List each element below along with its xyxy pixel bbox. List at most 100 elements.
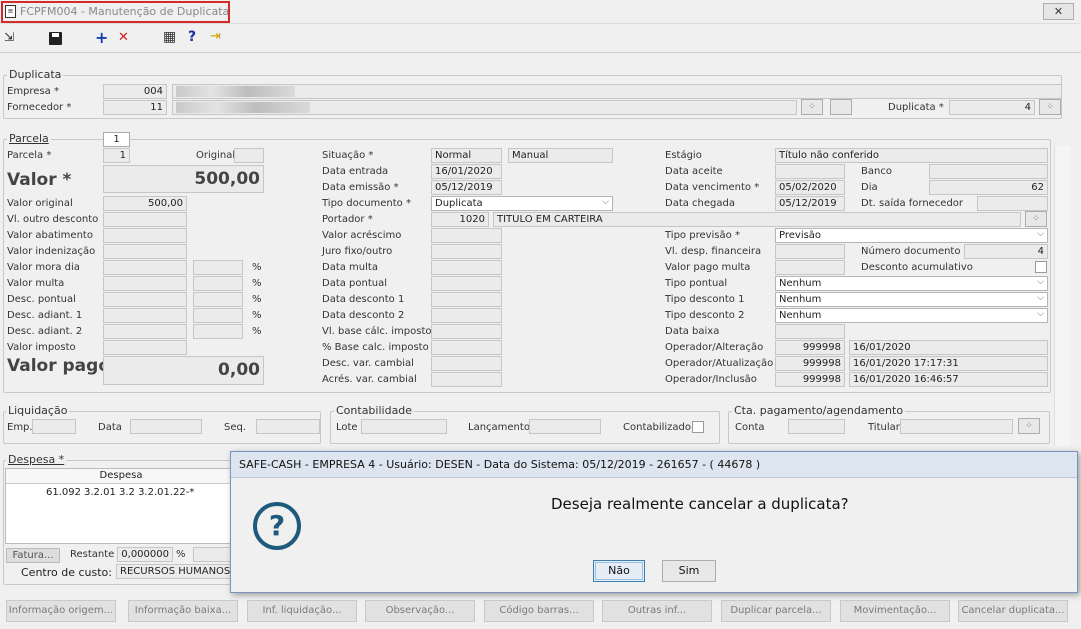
tipo-desconto1-select[interactable]: Nenhum ⌵: [775, 292, 1048, 307]
bottom-action-button[interactable]: Código barras...: [484, 600, 594, 622]
left-field-input[interactable]: [103, 276, 187, 291]
left-field-input[interactable]: [103, 324, 187, 339]
parcela-tab[interactable]: 1: [103, 132, 130, 147]
left-field-input[interactable]: [103, 228, 187, 243]
duplicata-search-button[interactable]: ⁘: [1039, 99, 1061, 115]
data-aceite-field[interactable]: [775, 164, 845, 179]
numero-documento-field[interactable]: 4: [964, 244, 1048, 259]
bottom-action-button[interactable]: Informação baixa...: [128, 600, 238, 622]
mid-field-input[interactable]: [431, 292, 502, 307]
chevron-down-icon: ⌵: [1037, 229, 1044, 239]
left-field-percent-input[interactable]: [193, 276, 243, 291]
fatura-button[interactable]: Fatura...: [6, 548, 60, 563]
mid-field-input[interactable]: [431, 356, 502, 371]
centro-field[interactable]: RECURSOS HUMANOS: [116, 564, 234, 579]
data-baixa-field[interactable]: [775, 324, 845, 339]
valor-field[interactable]: 500,00: [103, 165, 264, 193]
tipo-previsao-select[interactable]: Previsão ⌵: [775, 228, 1048, 243]
valor-pago-multa-field[interactable]: [775, 260, 845, 275]
mid-field-input[interactable]: [431, 260, 502, 275]
op-inclusao-code: 999998: [775, 372, 845, 387]
data-vencimento-field[interactable]: 05/02/2020: [775, 180, 845, 195]
left-field-input[interactable]: [103, 292, 187, 307]
portador-code[interactable]: 1020: [431, 212, 489, 227]
no-button[interactable]: Não: [593, 560, 645, 582]
portador-search-button[interactable]: ⁘: [1025, 211, 1047, 227]
mid-field-input[interactable]: [431, 324, 502, 339]
situacao-field[interactable]: Normal: [431, 148, 502, 163]
situacao-tipo-field[interactable]: Manual: [508, 148, 613, 163]
tipo-desconto2-select[interactable]: Nenhum ⌵: [775, 308, 1048, 323]
bottom-action-button[interactable]: Observação...: [365, 600, 475, 622]
mid-field-input[interactable]: [431, 308, 502, 323]
left-field-input[interactable]: [103, 260, 187, 275]
contabilizado-checkbox[interactable]: [692, 421, 704, 433]
bottom-action-button[interactable]: Cancelar duplicata...: [958, 600, 1068, 622]
left-field-label: Desc. pontual: [7, 294, 76, 305]
chevron-down-icon: ⌵: [1037, 293, 1044, 303]
left-field-input[interactable]: [103, 212, 187, 227]
conta-field[interactable]: [788, 419, 845, 434]
dt-saida-field[interactable]: [977, 196, 1048, 211]
tipo-documento-select[interactable]: Duplicata ⌵: [431, 196, 613, 211]
chevron-down-icon: ⌵: [602, 197, 609, 207]
help-icon[interactable]: ?: [188, 29, 196, 45]
lote-field[interactable]: [361, 419, 447, 434]
liq-seq-field[interactable]: [256, 419, 320, 434]
left-field-input[interactable]: [103, 244, 187, 259]
cancel-icon[interactable]: ✕: [118, 30, 129, 45]
vl-desp-field[interactable]: [775, 244, 845, 259]
fornecedor-code[interactable]: 11: [103, 100, 167, 115]
empresa-code[interactable]: 004: [103, 84, 167, 99]
left-field-percent-input[interactable]: [193, 292, 243, 307]
duplicata-value[interactable]: 4: [949, 100, 1035, 115]
liq-data-field[interactable]: [130, 419, 202, 434]
cta-search-button[interactable]: ⁘: [1018, 418, 1040, 434]
dialog-title-bar: SAFE-CASH - EMPRESA 4 - Usuário: DESEN -…: [231, 452, 1077, 478]
banco-field[interactable]: [929, 164, 1048, 179]
left-field-input[interactable]: [103, 340, 187, 355]
left-field-percent-input[interactable]: [193, 324, 243, 339]
liq-emp-field[interactable]: [32, 419, 76, 434]
bottom-action-button[interactable]: Outras inf...: [602, 600, 712, 622]
tipo-pontual-select[interactable]: Nenhum ⌵: [775, 276, 1048, 291]
parcela-value[interactable]: 1: [103, 148, 130, 163]
mid-field-input[interactable]: [431, 340, 502, 355]
titular-field[interactable]: [900, 419, 1013, 434]
mid-field-input[interactable]: [431, 276, 502, 291]
data-emissao-field[interactable]: 05/12/2019: [431, 180, 502, 195]
bottom-action-button[interactable]: Inf. liquidação...: [247, 600, 357, 622]
original-field[interactable]: [234, 148, 264, 163]
save-icon[interactable]: [49, 32, 62, 45]
bottom-action-button[interactable]: Movimentação...: [840, 600, 950, 622]
bottom-action-button[interactable]: Informação origem...: [6, 600, 116, 622]
grid-icon[interactable]: ▦: [163, 29, 176, 45]
lancamento-field[interactable]: [529, 419, 601, 434]
data-chegada-field[interactable]: 05/12/2019: [775, 196, 845, 211]
data-entrada-field[interactable]: 16/01/2020: [431, 164, 502, 179]
portador-name: TITULO EM CARTEIRA: [493, 212, 1021, 227]
valor-original-field[interactable]: 500,00: [103, 196, 187, 211]
dt-saida-label: Dt. saída fornecedor: [861, 198, 964, 209]
desconto-acumulativo-checkbox[interactable]: [1035, 261, 1047, 273]
mid-field-input[interactable]: [431, 244, 502, 259]
add-icon[interactable]: +: [95, 28, 108, 47]
table-row[interactable]: 61.092 3.2.01 3.2 3.2.01.22-*: [6, 485, 236, 500]
tipo-pontual-label: Tipo pontual: [665, 278, 728, 289]
mid-field-input[interactable]: [431, 228, 502, 243]
left-field-percent-input[interactable]: [193, 260, 243, 275]
left-field-percent-input[interactable]: [193, 308, 243, 323]
close-button[interactable]: ✕: [1043, 3, 1074, 20]
yes-button[interactable]: Sim: [662, 560, 716, 582]
scrollbar[interactable]: [1054, 146, 1070, 446]
fornecedor-label: Fornecedor *: [7, 102, 72, 113]
export-icon[interactable]: ⇲: [4, 30, 14, 44]
fornecedor-blank-button[interactable]: [830, 99, 852, 115]
left-field-input[interactable]: [103, 308, 187, 323]
bottom-action-button[interactable]: Duplicar parcela...: [721, 600, 831, 622]
valor-pago-field[interactable]: 0,00: [103, 356, 264, 385]
data-aceite-label: Data aceite: [665, 166, 723, 177]
fornecedor-search-button[interactable]: ⁘: [801, 99, 823, 115]
mid-field-input[interactable]: [431, 372, 502, 387]
exit-icon[interactable]: ⇥: [210, 29, 221, 44]
